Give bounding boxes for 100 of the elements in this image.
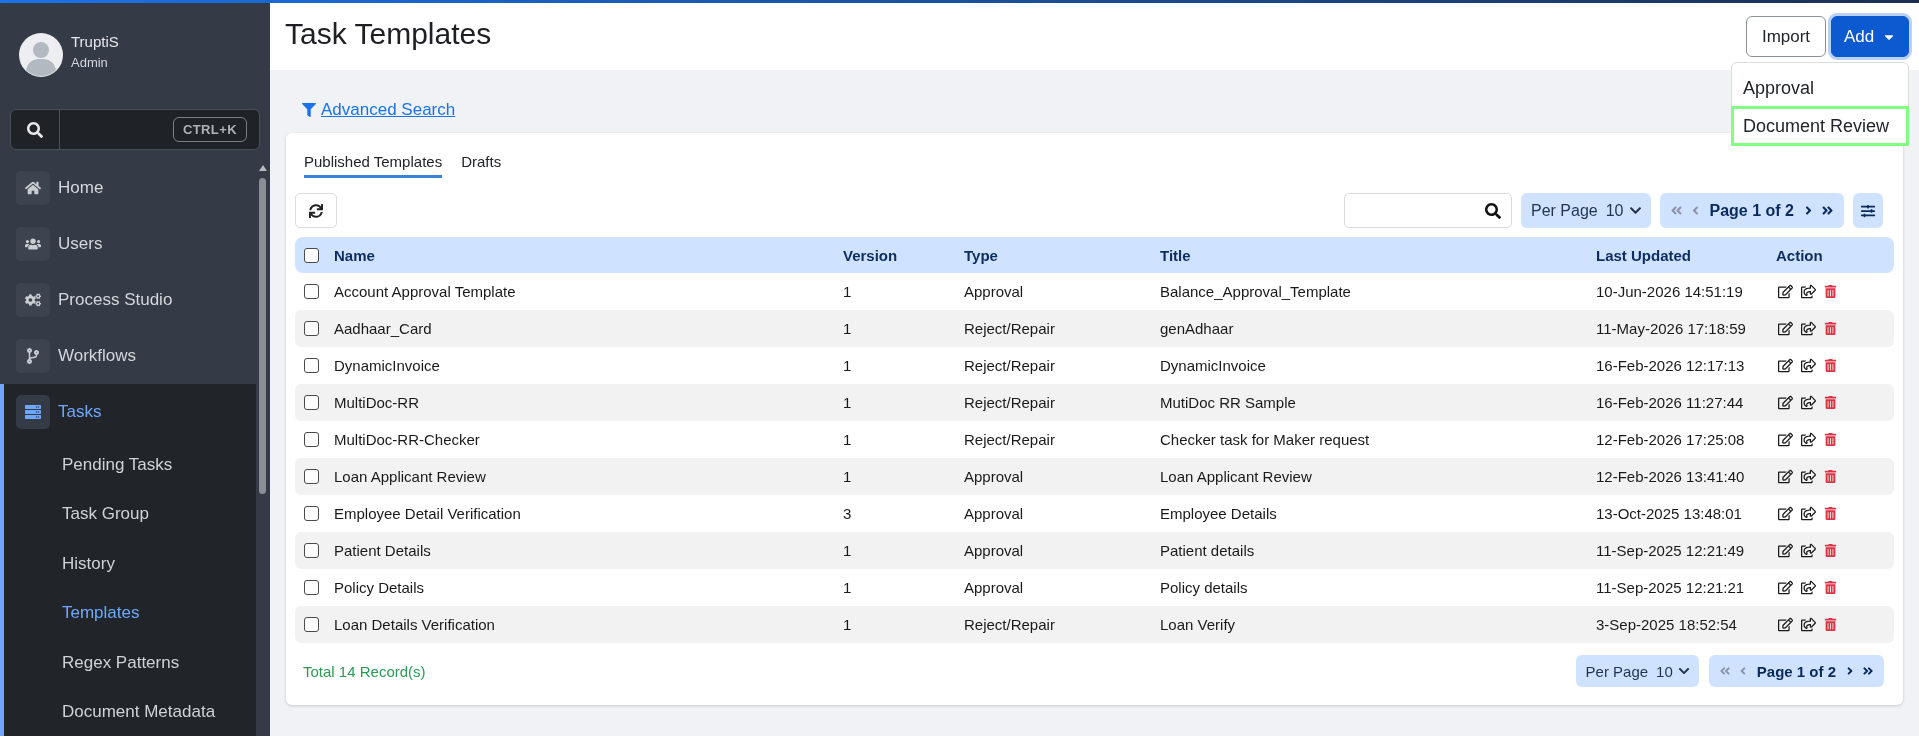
edit-icon[interactable] (1778, 543, 1793, 558)
nav-item[interactable]: Tasks (0, 384, 256, 440)
edit-icon[interactable] (1778, 506, 1793, 521)
table-cell-text: 1 (843, 542, 853, 559)
per-page-select[interactable]: Per Page 10 (1575, 655, 1699, 687)
double-chevron-right-icon (1862, 665, 1874, 677)
search-field[interactable] (1344, 193, 1512, 228)
trash-icon[interactable] (1824, 618, 1837, 631)
table-cell-text: Patient Details (334, 542, 432, 559)
table-cell-text: 16-Feb-2026 11:27:44 (1596, 394, 1745, 411)
per-page-select[interactable]: Per Page 10 (1521, 193, 1651, 228)
advanced-search-link[interactable]: Advanced Search (302, 100, 456, 120)
menu-item[interactable]: Document Review (1732, 107, 1908, 145)
row-checkbox[interactable] (304, 432, 319, 447)
share-icon[interactable] (1801, 395, 1816, 410)
trash-icon[interactable] (1824, 322, 1837, 335)
row-checkbox[interactable] (304, 506, 319, 521)
home-icon (16, 171, 50, 205)
select-all-checkbox[interactable] (304, 247, 319, 263)
column-header: Last Updated (1596, 246, 1692, 264)
nav-item[interactable]: Process Studio (0, 272, 256, 328)
edit-icon[interactable] (1778, 617, 1793, 632)
table-cell-text: MultiDoc-RR-Checker (334, 431, 481, 448)
share-icon[interactable] (1801, 617, 1816, 632)
table-cell-text: Loan Verify (1160, 616, 1237, 633)
share-icon[interactable] (1801, 284, 1816, 299)
import-button[interactable]: Import (1746, 16, 1826, 57)
trash-icon[interactable] (1824, 470, 1837, 483)
table-cell-text: Employee Details (1160, 505, 1278, 522)
user-role: Admin (71, 54, 109, 70)
trash-icon[interactable] (1824, 544, 1837, 557)
nav-subitem[interactable]: Document Metadata (0, 687, 256, 736)
page-indicator: Page 1 of 2 (1709, 201, 1794, 220)
nav-subitem[interactable]: Pending Tasks (0, 440, 256, 490)
branch-icon (16, 339, 50, 373)
scrollbar-thumb[interactable] (259, 178, 266, 494)
column-header: Title (1160, 246, 1192, 264)
column-header: Version (843, 246, 899, 264)
table-cell-text: Account Approval Template (334, 283, 517, 300)
row-checkbox[interactable] (304, 395, 319, 410)
nav-item[interactable]: Users (0, 216, 256, 272)
share-icon[interactable] (1801, 580, 1816, 595)
nav-item[interactable]: Workflows (0, 328, 256, 384)
edit-icon[interactable] (1778, 284, 1793, 299)
table-cell-text: 3-Sep-2025 18:52:54 (1596, 616, 1738, 633)
row-checkbox[interactable] (304, 580, 319, 595)
scroll-up-arrow-icon[interactable] (259, 165, 267, 171)
table-cell-text: 12-Feb-2026 17:25:08 (1596, 431, 1746, 448)
table-cell-text: 11-Sep-2025 12:21:21 (1596, 579, 1746, 596)
table-cell-text: Loan Applicant Review (1160, 468, 1313, 485)
edit-icon[interactable] (1778, 580, 1793, 595)
trash-icon[interactable] (1824, 507, 1837, 520)
trash-icon[interactable] (1824, 359, 1837, 372)
trash-icon[interactable] (1824, 285, 1837, 298)
last-page-button[interactable] (1862, 665, 1874, 677)
table-cell-text: 1 (843, 579, 853, 596)
nav-subitem[interactable]: Templates (0, 588, 256, 638)
row-checkbox[interactable] (304, 469, 319, 484)
sidebar-search-field[interactable]: CTRL+K (10, 109, 260, 150)
row-checkbox[interactable] (304, 543, 319, 558)
column-settings-button[interactable] (1853, 193, 1883, 228)
refresh-button[interactable] (295, 193, 337, 228)
edit-icon[interactable] (1778, 469, 1793, 484)
share-icon[interactable] (1801, 432, 1816, 447)
table-cell-text: 16-Feb-2026 12:17:13 (1596, 357, 1746, 374)
row-checkbox[interactable] (304, 617, 319, 632)
row-checkbox[interactable] (304, 358, 319, 373)
trash-icon[interactable] (1824, 433, 1837, 446)
table-cell-text: Reject/Repair (964, 431, 1056, 448)
menu-item[interactable]: Approval (1732, 69, 1908, 107)
share-icon[interactable] (1801, 543, 1816, 558)
nav-subitem[interactable]: Regex Patterns (0, 638, 256, 688)
nav-item[interactable]: Home (0, 160, 256, 216)
trash-icon[interactable] (1824, 581, 1837, 594)
nav-subitem[interactable]: Task Group (0, 489, 256, 539)
edit-icon[interactable] (1778, 395, 1793, 410)
add-dropdown-button[interactable]: Add (1831, 16, 1909, 57)
table-cell-text: Employee Detail Verification (334, 505, 522, 522)
tab[interactable]: Drafts (461, 153, 502, 178)
share-icon[interactable] (1801, 469, 1816, 484)
table-cell-text: 13-Oct-2025 13:48:01 (1596, 505, 1743, 522)
total-records: Total 14 Record(s) (303, 662, 426, 680)
trash-icon[interactable] (1824, 396, 1837, 409)
column-header: Type (964, 246, 999, 264)
share-icon[interactable] (1801, 358, 1816, 373)
last-page-button[interactable] (1821, 204, 1834, 217)
table-cell-text: 1 (843, 616, 853, 633)
row-checkbox[interactable] (304, 284, 319, 299)
edit-icon[interactable] (1778, 321, 1793, 336)
tab[interactable]: Published Templates (304, 153, 443, 178)
table-cell-text: MutiDoc RR Sample (1160, 394, 1297, 411)
refresh-icon (309, 203, 323, 218)
share-icon[interactable] (1801, 506, 1816, 521)
edit-icon[interactable] (1778, 358, 1793, 373)
share-icon[interactable] (1801, 321, 1816, 336)
row-checkbox[interactable] (304, 321, 319, 336)
table-cell-text: Reject/Repair (964, 320, 1056, 337)
nav-subitem[interactable]: History (0, 539, 256, 589)
edit-icon[interactable] (1778, 432, 1793, 447)
table-cell-text: 1 (843, 394, 853, 411)
